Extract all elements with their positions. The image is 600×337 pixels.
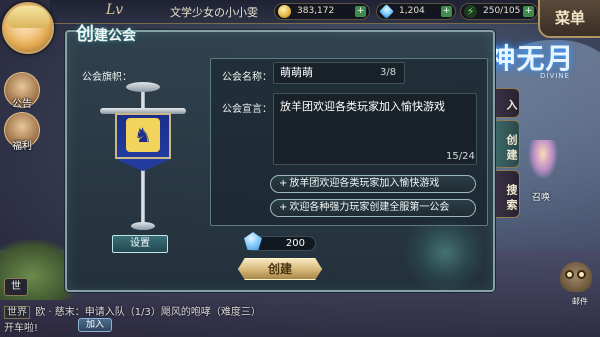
- game-logo-subtitle: DIVINE: [540, 72, 570, 80]
- welfare-label: 福利: [12, 141, 32, 152]
- guild-name-char-count: 3/8: [380, 67, 397, 78]
- npc-name-label: 召唤: [532, 193, 551, 203]
- chat-message-text: 欧 · 慈末：申请入队（1/3）飓风的咆哮（难度三）: [35, 307, 261, 318]
- plus-icon: +: [279, 178, 288, 189]
- create-guild-button[interactable]: 创建: [238, 258, 322, 280]
- set-flag-button[interactable]: 设置: [112, 235, 168, 253]
- flag-banner-tail: [115, 159, 171, 171]
- gold-value: 383,172: [297, 6, 335, 16]
- guild-declaration-char-count: 15/24: [446, 151, 475, 162]
- suggestion-2-text: 欢迎各种强力玩家创建全服第一公会: [289, 202, 450, 213]
- gold-counter[interactable]: 383,172 +: [274, 3, 370, 20]
- guild-flag-label: 公会旗帜：: [82, 72, 132, 83]
- mail-label: 邮件: [572, 297, 588, 306]
- diamond-icon: [379, 4, 394, 19]
- notice-label: 公告: [12, 99, 32, 110]
- add-diamond-button[interactable]: +: [441, 6, 452, 17]
- guild-name-label: 公会名称：: [222, 72, 272, 83]
- chat-message-continuation: 开车啦!: [4, 323, 39, 334]
- player-name: 文学少女の小小雯: [170, 6, 258, 19]
- add-gold-button[interactable]: +: [355, 6, 366, 17]
- stamina-value: 250/105: [483, 6, 521, 16]
- join-team-button[interactable]: 加入: [78, 318, 112, 332]
- owl-eye-left: [565, 270, 574, 279]
- avatar-hair: [8, 6, 50, 28]
- owl-eye-right: [577, 270, 586, 279]
- guild-declaration-label: 公会宣言：: [222, 104, 272, 115]
- add-stamina-button[interactable]: +: [523, 6, 534, 17]
- unicorn-icon: ♞: [126, 118, 160, 152]
- main-menu-button[interactable]: 菜单: [538, 0, 600, 38]
- tab-partial[interactable]: 入: [494, 88, 520, 118]
- tab-create[interactable]: 创建: [494, 120, 520, 168]
- chat-channel-tag: 世界: [4, 306, 30, 319]
- page-title: 创建公会: [76, 20, 136, 46]
- flag-pole-base: [131, 222, 155, 230]
- declaration-suggestion-1[interactable]: + 放羊团欢迎各类玩家加入愉快游戏: [270, 175, 476, 193]
- suggestion-1-text: 放羊团欢迎各类玩家加入愉快游戏: [289, 178, 440, 189]
- declaration-suggestion-2[interactable]: + 欢迎各种强力玩家创建全服第一公会: [270, 199, 476, 217]
- lightning-icon: ⚡: [464, 5, 477, 18]
- stamina-counter[interactable]: ⚡ 250/105 +: [460, 3, 538, 20]
- chat-channel-toggle[interactable]: 世: [4, 278, 28, 296]
- chat-message: 世界 欧 · 慈末：申请入队（1/3）飓风的咆哮（难度三）: [4, 303, 444, 319]
- mail-owl-icon[interactable]: [560, 262, 592, 292]
- page-title-first-char: 创: [76, 24, 94, 45]
- coin-icon: [278, 5, 291, 18]
- page-title-rest: 建公会: [94, 28, 136, 44]
- panel-corner-glow: [400, 215, 490, 290]
- npc-character[interactable]: [528, 140, 558, 180]
- flag-pole-top: [126, 82, 160, 92]
- diamond-value: 1,204: [399, 6, 425, 16]
- player-avatar[interactable]: [2, 2, 54, 54]
- plus-icon: +: [279, 202, 288, 213]
- level-label: Lv: [106, 2, 124, 18]
- diamond-counter[interactable]: 1,204 +: [376, 3, 456, 20]
- tab-search[interactable]: 搜索: [494, 170, 520, 218]
